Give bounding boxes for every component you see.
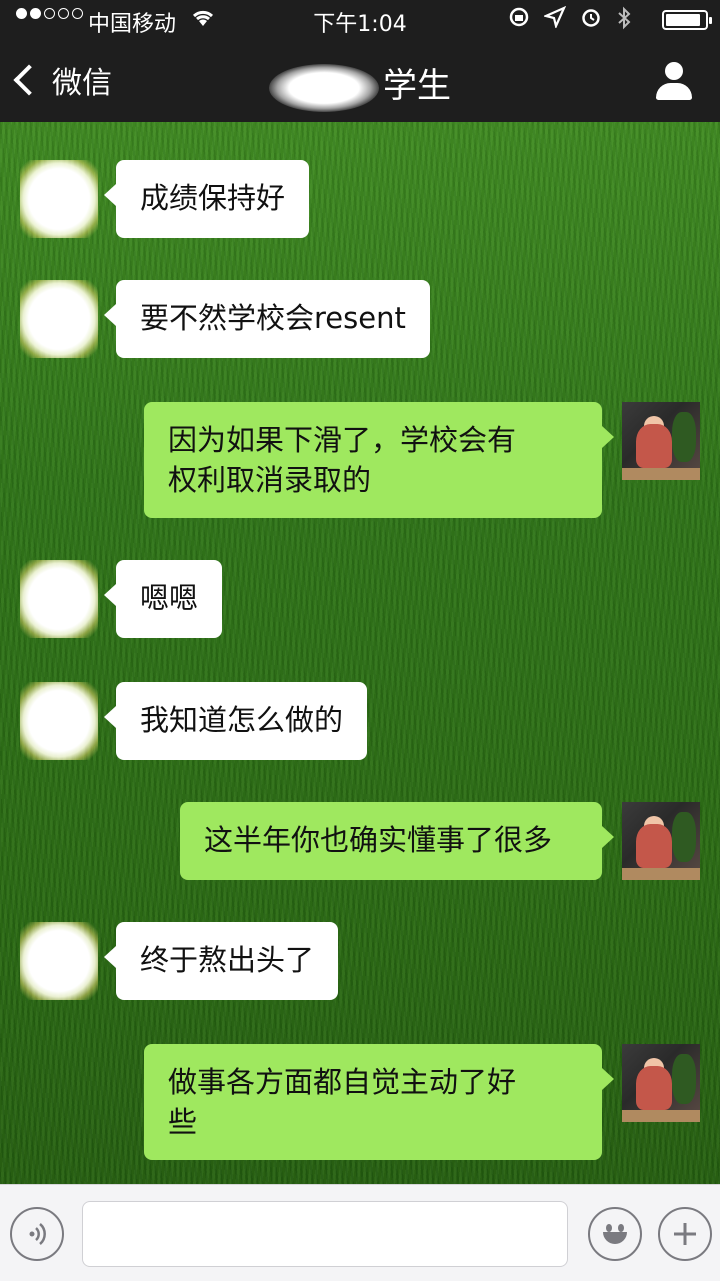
nav-bar: 微信 学生 [0, 40, 720, 122]
chat-title: 学生 [0, 58, 720, 112]
message-bubble-outgoing[interactable]: 因为如果下滑了，学校会有 权利取消录取的 [144, 402, 614, 518]
rotation-lock-icon [508, 6, 530, 36]
message-bubble-incoming[interactable]: 要不然学校会resent [104, 280, 430, 358]
emoji-icon[interactable] [588, 1207, 642, 1261]
top-bar: 中国移动 下午1:04 微信 学生 [0, 0, 720, 122]
message-bubble-outgoing[interactable]: 做事各方面都自觉主动了好 些 [144, 1044, 614, 1160]
chat-title-text: 学生 [383, 66, 451, 106]
user-avatar[interactable] [622, 1044, 700, 1122]
message-input[interactable] [82, 1201, 568, 1267]
message-bubble-incoming[interactable]: 我知道怎么做的 [103, 682, 368, 760]
contact-avatar[interactable] [20, 280, 98, 358]
contact-avatar[interactable] [20, 682, 98, 760]
message-bubble-outgoing[interactable]: 这半年你也确实懂事了很多 [180, 802, 614, 880]
contact-avatar[interactable] [20, 922, 98, 1000]
battery-icon [662, 10, 712, 30]
chat-area[interactable]: 成绩保持好 要不然学校会resent 因为如果下滑了，学校会有 权利取消录取的 … [0, 122, 720, 1184]
bluetooth-icon [616, 6, 632, 36]
input-bar [0, 1184, 720, 1281]
user-avatar[interactable] [622, 802, 700, 880]
contact-avatar[interactable] [20, 560, 98, 638]
alarm-icon [580, 6, 602, 36]
message-bubble-incoming[interactable]: 成绩保持好 [103, 160, 310, 238]
contact-avatar[interactable] [20, 160, 98, 238]
message-bubble-incoming[interactable]: 终于熬出头了 [103, 922, 339, 1000]
redacted-name [269, 63, 379, 112]
voice-icon[interactable] [10, 1207, 64, 1261]
user-avatar[interactable] [622, 402, 700, 480]
message-bubble-incoming[interactable]: 嗯嗯 [103, 560, 223, 638]
plus-icon[interactable] [658, 1207, 712, 1261]
status-bar: 中国移动 下午1:04 [0, 0, 720, 40]
person-icon[interactable] [656, 62, 692, 100]
location-icon [542, 5, 567, 36]
